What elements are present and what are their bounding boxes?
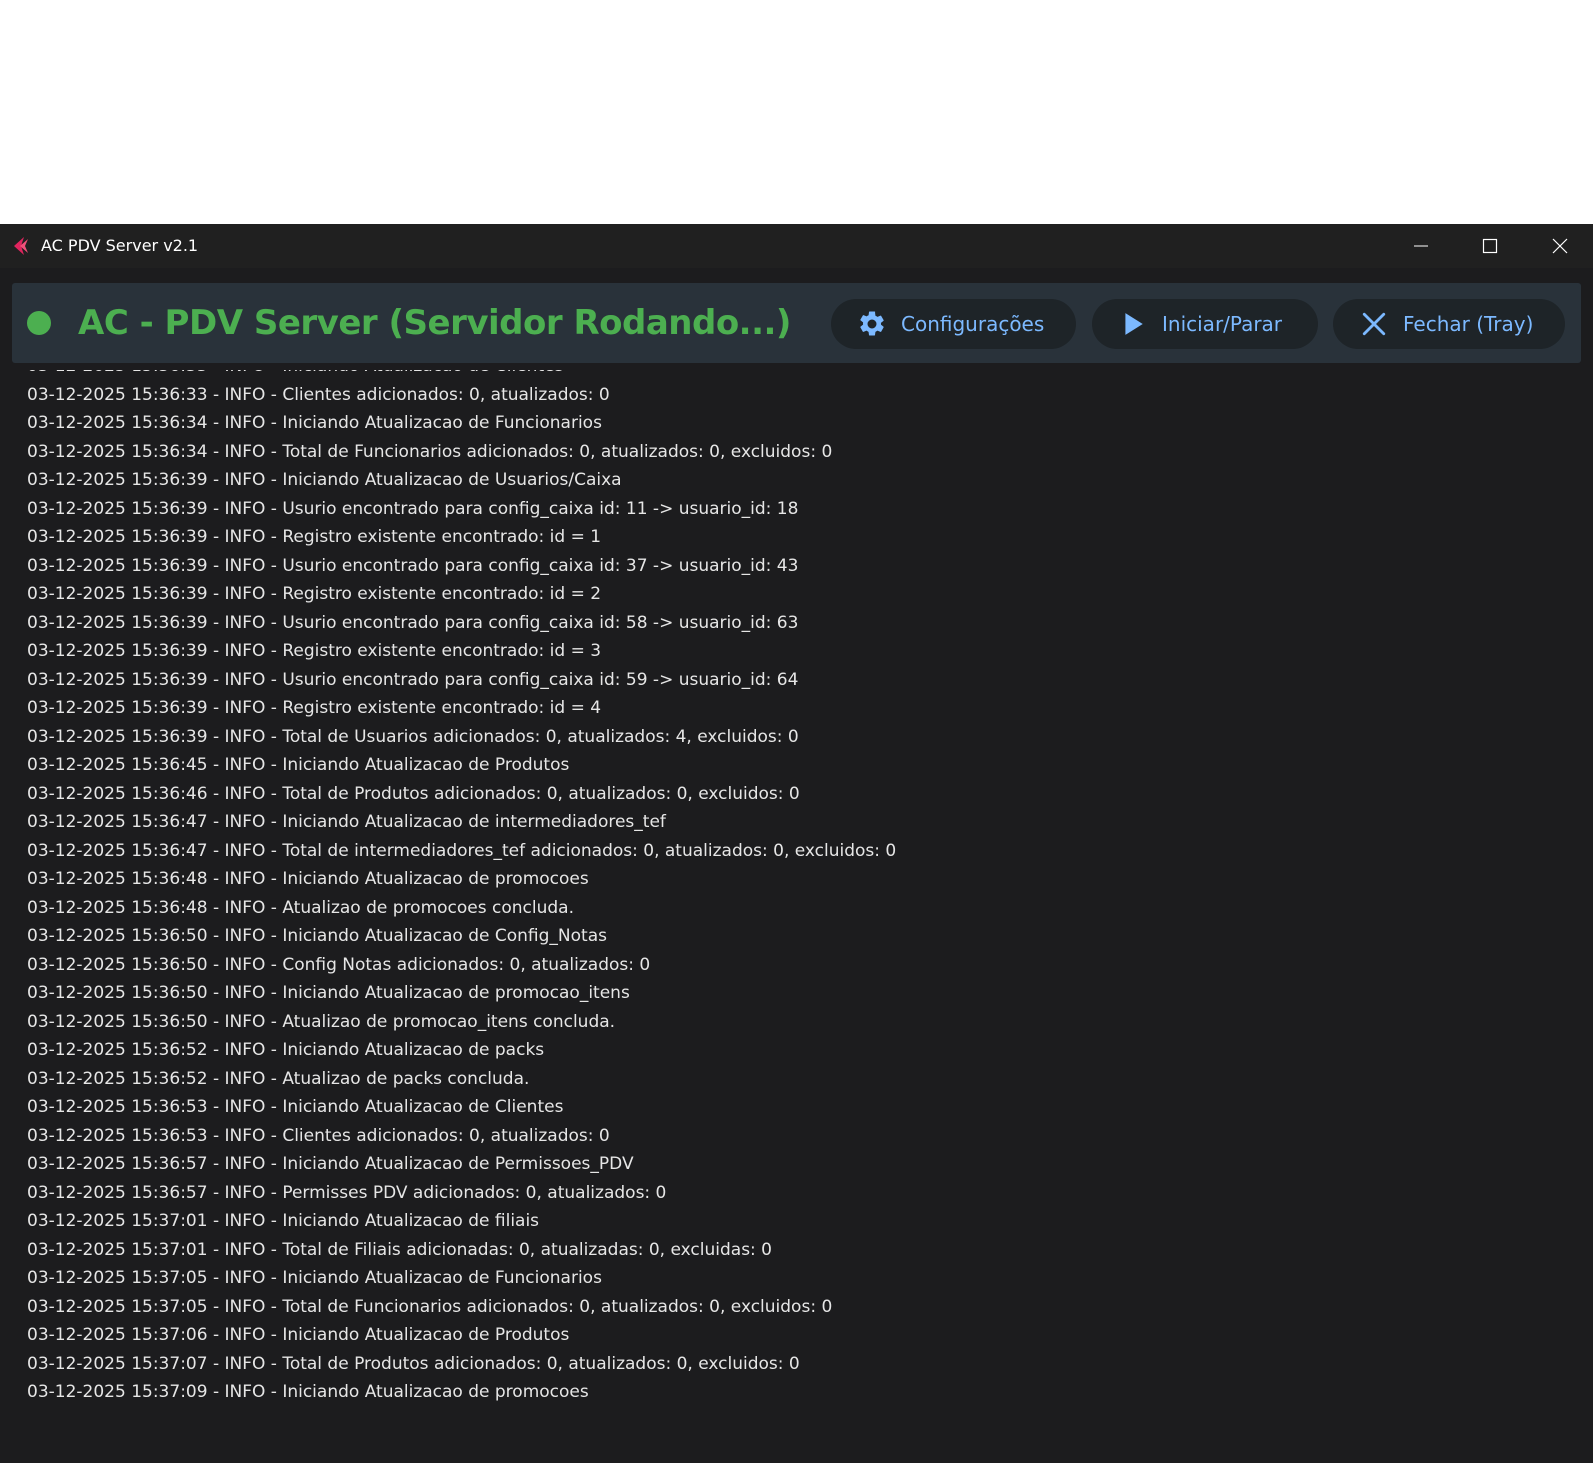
log-line: 03-12-2025 15:36:46 - INFO - Total de Pr…	[27, 783, 800, 804]
maximize-button[interactable]	[1455, 224, 1525, 268]
log-line: 03-12-2025 15:36:33 - INFO - Clientes ad…	[27, 384, 610, 405]
log-line: 03-12-2025 15:36:34 - INFO - Total de Fu…	[27, 441, 833, 462]
log-line: 03-12-2025 15:36:39 - INFO - Iniciando A…	[27, 470, 622, 490]
log-line: 03-12-2025 15:37:05 - INFO - Iniciando A…	[27, 1268, 602, 1288]
log-line: 03-12-2025 15:36:39 - INFO - Usurio enco…	[27, 612, 799, 633]
log-line: 03-12-2025 15:36:39 - INFO - Usurio enco…	[27, 498, 799, 519]
log-line: 03-12-2025 15:36:53 - INFO - Clientes ad…	[27, 1125, 610, 1146]
log-line: 03-12-2025 15:36:34 - INFO - Iniciando A…	[27, 413, 602, 433]
log-line: 03-12-2025 15:37:06 - INFO - Iniciando A…	[27, 1325, 570, 1345]
app-window: AC PDV Server v2.1 AC - PDV Server (Serv…	[0, 224, 1593, 1463]
settings-button[interactable]: Configurações	[831, 299, 1076, 349]
server-status-title: AC - PDV Server (Servidor Rodando...)	[78, 303, 791, 343]
gear-icon	[857, 309, 887, 339]
log-line: 03-12-2025 15:36:48 - INFO - Iniciando A…	[27, 869, 589, 889]
server-header: AC - PDV Server (Servidor Rodando...) Co…	[12, 283, 1581, 363]
close-to-tray-button[interactable]: Fechar (Tray)	[1333, 299, 1565, 349]
log-line: 03-12-2025 15:36:39 - INFO - Registro ex…	[27, 527, 602, 547]
log-line: 03-12-2025 15:37:01 - INFO - Total de Fi…	[27, 1239, 772, 1260]
play-icon	[1118, 309, 1148, 339]
close-to-tray-button-label: Fechar (Tray)	[1403, 312, 1534, 336]
log-line: 03-12-2025 15:36:52 - INFO - Atualizao d…	[27, 1068, 530, 1089]
close-icon	[1359, 309, 1389, 339]
log-line: 03-12-2025 15:36:33 - INFO - Iniciando A…	[27, 370, 896, 381]
minimize-icon	[1414, 245, 1428, 247]
log-line: 03-12-2025 15:36:39 - INFO - Registro ex…	[27, 698, 602, 718]
log-line: 03-12-2025 15:36:39 - INFO - Usurio enco…	[27, 555, 799, 576]
log-line: 03-12-2025 15:37:01 - INFO - Iniciando A…	[27, 1211, 540, 1231]
log-line: 03-12-2025 15:36:52 - INFO - Iniciando A…	[27, 1040, 545, 1060]
server-status-indicator	[27, 311, 51, 335]
start-stop-button-label: Iniciar/Parar	[1162, 312, 1283, 336]
log-line: 03-12-2025 15:36:39 - INFO - Usurio enco…	[27, 669, 799, 690]
log-line: 03-12-2025 15:37:05 - INFO - Total de Fu…	[27, 1296, 833, 1317]
log-line: 03-12-2025 15:36:39 - INFO - Registro ex…	[27, 641, 602, 661]
log-line: 03-12-2025 15:36:39 - INFO - Registro ex…	[27, 584, 602, 604]
title-bar[interactable]: AC PDV Server v2.1	[0, 224, 1593, 268]
log-line: 03-12-2025 15:37:07 - INFO - Total de Pr…	[27, 1353, 800, 1374]
close-icon	[1552, 238, 1568, 254]
log-line: 03-12-2025 15:36:50 - INFO - Config Nota…	[27, 954, 651, 975]
log-line: 03-12-2025 15:37:09 - INFO - Iniciando A…	[27, 1382, 589, 1402]
log-line: 03-12-2025 15:36:50 - INFO - Iniciando A…	[27, 983, 630, 1003]
log-line: 03-12-2025 15:36:45 - INFO - Iniciando A…	[27, 755, 570, 775]
log-line: 03-12-2025 15:36:48 - INFO - Atualizao d…	[27, 897, 574, 918]
window-close-button[interactable]	[1525, 224, 1593, 268]
app-logo-icon	[10, 235, 32, 257]
maximize-icon	[1482, 238, 1498, 254]
log-line: 03-12-2025 15:36:47 - INFO - Total de in…	[27, 840, 897, 861]
log-list: 03-12-2025 15:36:33 - INFO - Iniciando A…	[27, 370, 896, 1407]
log-line: 03-12-2025 15:36:47 - INFO - Iniciando A…	[27, 812, 666, 832]
start-stop-button[interactable]: Iniciar/Parar	[1092, 299, 1318, 349]
log-line: 03-12-2025 15:36:50 - INFO - Iniciando A…	[27, 926, 607, 946]
minimize-button[interactable]	[1386, 224, 1456, 268]
log-line: 03-12-2025 15:36:57 - INFO - Permisses P…	[27, 1182, 667, 1203]
log-line: 03-12-2025 15:36:53 - INFO - Iniciando A…	[27, 1097, 564, 1117]
window-title: AC PDV Server v2.1	[41, 236, 199, 255]
settings-button-label: Configurações	[901, 312, 1045, 336]
log-line: 03-12-2025 15:36:57 - INFO - Iniciando A…	[27, 1154, 634, 1174]
log-output[interactable]: 03-12-2025 15:36:33 - INFO - Iniciando A…	[0, 370, 1593, 1463]
log-line: 03-12-2025 15:36:50 - INFO - Atualizao d…	[27, 1011, 616, 1032]
log-line: 03-12-2025 15:36:39 - INFO - Total de Us…	[27, 726, 799, 747]
